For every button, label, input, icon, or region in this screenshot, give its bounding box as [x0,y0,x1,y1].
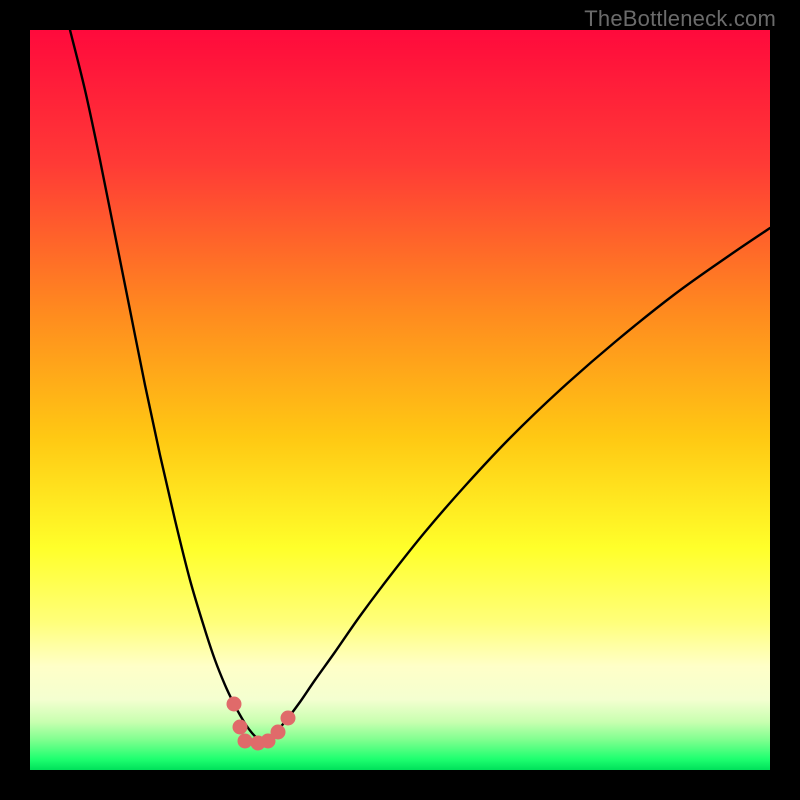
plot-area [30,30,770,770]
watermark-text: TheBottleneck.com [584,6,776,32]
trough-dot [271,725,286,740]
trough-dot [233,720,248,735]
trough-dot [281,711,296,726]
trough-markers [227,697,296,751]
curve-left [70,30,264,743]
trough-dot [227,697,242,712]
curve-right [264,228,770,743]
trough-dot [238,734,253,749]
curve-layer [30,30,770,770]
